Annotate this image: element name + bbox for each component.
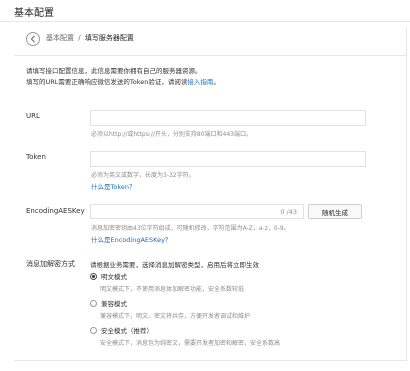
option-compatible[interactable]: 兼容模式	[90, 298, 127, 308]
url-hint: 必须以http://或https://开头，分别支持80端口和443端口。	[91, 131, 252, 138]
option-plaintext[interactable]: 明文模式	[90, 271, 127, 281]
option-plaintext-label: 明文模式	[101, 273, 127, 281]
chevron-left-icon	[30, 35, 35, 43]
url-field[interactable]	[90, 110, 366, 131]
option-compatible-label: 兼容模式	[101, 300, 127, 308]
bottom-divider	[14, 360, 406, 361]
url-label: URL	[26, 112, 40, 120]
back-button[interactable]	[26, 32, 40, 46]
title-divider	[0, 21, 410, 22]
radio-compatible[interactable]	[90, 299, 97, 307]
radio-plaintext[interactable]	[90, 272, 97, 280]
aes-char-counter: 0 /43	[280, 208, 297, 216]
breadcrumb-current: 填写服务器配置	[84, 34, 134, 42]
option-compatible-desc: 兼容模式下，明文、密文将共存，方便开发者调试和维护	[100, 313, 251, 320]
option-plaintext-desc: 明文模式下，不使用消息体加解密功能，安全系数较低	[100, 286, 245, 293]
breadcrumb: 基本配置 / 填写服务器配置	[46, 33, 134, 43]
token-field[interactable]	[90, 151, 366, 172]
encryption-intro: 请根据业务需要，选择消息加解密类型，启用后将立即生效	[90, 261, 259, 269]
aes-hint: 消息加密密钥由43位字符组成，可随机修改，字符范围为A-Z，a-z，0-9。	[91, 225, 290, 232]
what-is-aes-link[interactable]: 什么是EncodingAESKey？	[91, 234, 171, 244]
aes-field[interactable]: 0 /43	[90, 204, 304, 225]
option-secure[interactable]: 安全模式（推荐）	[90, 325, 153, 335]
notice-line-2: 填写的URL需要正确响应微信发送的Token验证，请阅读接入指南。	[26, 77, 396, 88]
notice-line-2-end: 。	[213, 78, 220, 86]
notice-line-2-text: 填写的URL需要正确响应微信发送的Token验证，请阅读	[26, 78, 188, 86]
panel-right-border	[406, 28, 407, 361]
breadcrumb-previous[interactable]: 基本配置	[46, 34, 74, 42]
aes-label: EncodingAESKey	[26, 207, 85, 215]
token-label: Token	[26, 153, 46, 161]
token-hint: 必须为英文或数字，长度为3-32字符。	[91, 172, 195, 179]
what-is-token-link[interactable]: 什么是Token？	[91, 181, 136, 191]
encryption-label: 消息加解密方式	[26, 260, 75, 268]
generate-random-button[interactable]: 随机生成	[308, 204, 362, 219]
breadcrumb-bar: 基本配置 / 填写服务器配置	[14, 28, 406, 56]
page-title: 基本配置	[14, 8, 54, 19]
config-notice: 请填写接口配置信息，此信息需要你拥有自己的服务器资源。 填写的URL需要正确响应…	[26, 66, 396, 88]
radio-secure[interactable]	[90, 326, 97, 334]
access-guide-link[interactable]: 接入指南	[187, 78, 213, 86]
breadcrumb-separator: /	[78, 34, 81, 42]
option-secure-label: 安全模式（推荐）	[101, 327, 153, 335]
option-secure-desc: 安全模式下，消息包为纯密文，需要开发者加密和解密，安全系数高	[100, 340, 281, 347]
notice-line-1: 请填写接口配置信息，此信息需要你拥有自己的服务器资源。	[26, 67, 202, 75]
